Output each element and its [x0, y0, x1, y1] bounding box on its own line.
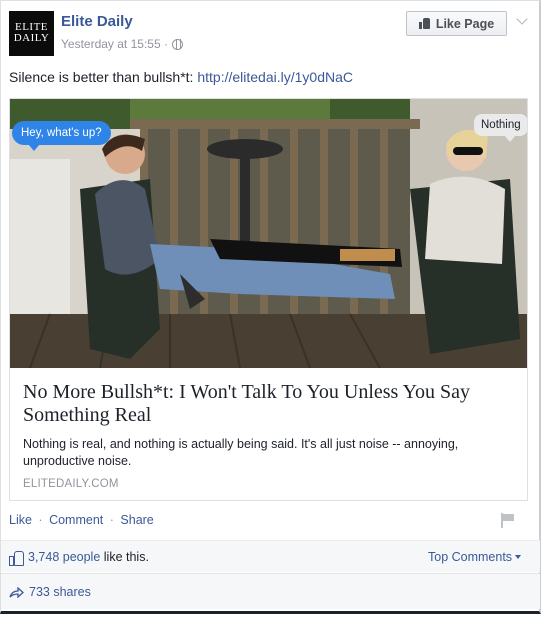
- shares-count: 733 shares: [29, 585, 91, 599]
- thumbs-up-outline-icon: [9, 550, 24, 566]
- likes-summary-row: 3,748 people like this. Top Comments: [1, 540, 540, 572]
- post-text: Silence is better than bullsh*t: http://…: [9, 69, 353, 85]
- page-name-link[interactable]: Elite Daily: [61, 13, 133, 30]
- post-header: ELITE DAILY Elite Daily Yesterday at 15:…: [9, 11, 531, 57]
- link-title[interactable]: No More Bullsh*t: I Won't Talk To You Un…: [23, 381, 519, 427]
- flag-icon[interactable]: [501, 513, 515, 528]
- page-avatar[interactable]: ELITE DAILY: [9, 11, 54, 56]
- like-page-label: Like Page: [435, 16, 495, 31]
- link-description: Nothing is real, and nothing is actually…: [23, 437, 459, 468]
- chevron-down-icon[interactable]: [516, 13, 528, 25]
- thumbs-up-icon: [418, 18, 431, 29]
- caret-down-icon: [515, 555, 522, 559]
- post-text-body: Silence is better than bullsh*t:: [9, 69, 198, 85]
- likes-text: 3,748 people like this.: [28, 550, 149, 564]
- link-preview-card[interactable]: Hey, what's up? Nothing No More Bullsh*t…: [9, 98, 528, 501]
- chat-bubble-left: Hey, what's up?: [12, 121, 111, 151]
- top-comments-dropdown[interactable]: Top Comments: [428, 550, 522, 564]
- top-comments-label: Top Comments: [428, 550, 513, 564]
- comment-action[interactable]: Comment: [49, 513, 103, 527]
- action-separator: ·: [109, 513, 114, 527]
- post-actions: Like · Comment · Share: [9, 513, 154, 527]
- post-card: ELITE DAILY Elite Daily Yesterday at 15:…: [0, 0, 541, 614]
- post-meta: Yesterday at 15:55 ·: [61, 37, 183, 51]
- globe-icon: [171, 38, 183, 50]
- shares-link[interactable]: 733 shares: [9, 585, 91, 599]
- post-timestamp[interactable]: Yesterday at 15:55 ·: [61, 37, 168, 51]
- share-action[interactable]: Share: [120, 513, 153, 527]
- likes-count-link[interactable]: 3,748 people: [28, 550, 100, 564]
- chat-bubble-right: Nothing: [474, 114, 527, 142]
- likes-summary: 3,748 people like this.: [9, 550, 149, 566]
- link-preview-image[interactable]: Hey, what's up? Nothing: [10, 99, 527, 368]
- link-domain: ELITEDAILY.COM: [23, 478, 119, 490]
- shares-row: 733 shares: [1, 573, 540, 609]
- action-separator: ·: [38, 513, 43, 527]
- like-action[interactable]: Like: [9, 513, 32, 527]
- post-short-link[interactable]: http://elitedai.ly/1y0dNaC: [197, 69, 353, 85]
- share-arrow-icon: [9, 586, 24, 598]
- like-page-button[interactable]: Like Page: [406, 11, 507, 36]
